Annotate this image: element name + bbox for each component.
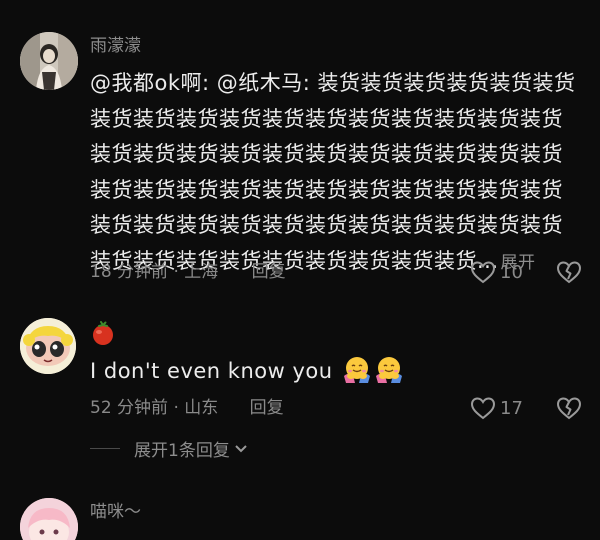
broken-heart-icon [556,261,582,284]
like-button[interactable]: 17 [470,395,523,421]
dislike-button[interactable] [556,260,582,284]
comment-time: 18 分钟前 [90,262,169,282]
expand-replies-label: 展开1条回复 [134,441,230,461]
avatar[interactable] [20,32,78,90]
avatar[interactable] [20,498,78,540]
expand-replies-button[interactable]: 展开1条回复 [90,436,248,461]
comment-meta: 18 分钟前 · 上海 回复 [90,260,286,284]
comment-text-content: @我都ok啊: @纸木马: 装货装货装货装货装货装货装货装货装货装货装货装货装货… [90,71,576,273]
like-button[interactable]: 10 [470,259,523,285]
tomato-icon [93,321,113,345]
chevron-down-icon [235,444,247,452]
heart-icon [470,261,496,284]
comment-meta: 52 分钟前 · 山东 回复 [90,396,284,420]
hugging-face-emoji [343,357,370,383]
broken-heart-icon [556,397,582,420]
like-count: 17 [500,397,523,419]
like-count: 10 [500,261,523,283]
meta-separator: · [173,398,179,418]
comment-location: 上海 [184,262,219,282]
meta-separator: · [173,262,179,282]
dislike-button[interactable] [556,396,582,420]
comment-text: I don't even know you [90,354,582,390]
reply-button[interactable]: 回复 [250,398,284,418]
comment-text-content: I don't even know you [90,359,333,383]
username[interactable]: 雨濛濛 [90,34,141,58]
comment-time: 52 分钟前 [90,398,169,418]
comment-location: 山东 [184,398,219,418]
hugging-face-emoji [375,357,402,383]
heart-icon [470,397,496,420]
comment-list: 雨濛濛 @我都ok啊: @纸木马: 装货装货装货装货装货装货装货装货装货装货装货… [0,0,600,540]
reply-button[interactable]: 回复 [252,262,286,282]
avatar[interactable] [20,318,76,374]
comment-text: @我都ok啊: @纸木马: 装货装货装货装货装货装货装货装货装货装货装货装货装货… [90,66,582,281]
username[interactable]: 喵咪～ [90,500,141,524]
divider [90,448,120,449]
